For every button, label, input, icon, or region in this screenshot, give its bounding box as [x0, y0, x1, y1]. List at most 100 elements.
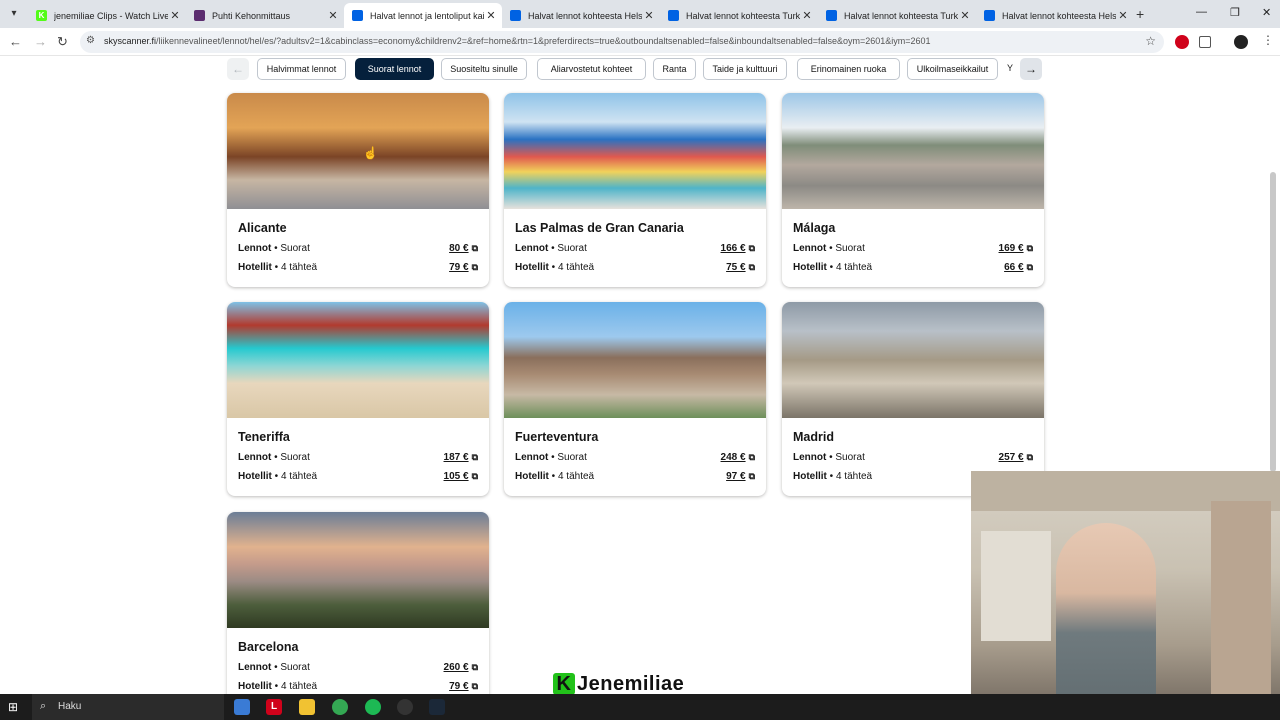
destination-image[interactable] — [227, 302, 489, 418]
tab-title: Halvat lennot kohteesta Turku — [844, 10, 958, 21]
tab-close-icon[interactable]: ✕ — [484, 9, 498, 22]
hotel-price-link[interactable]: 79 € ⧉ — [449, 681, 478, 692]
browser-tab[interactable]: Halvat lennot kohteesta Turku ✕ — [660, 3, 818, 28]
destination-card[interactable]: Barcelona Lennot • Suorat 260 € ⧉ Hotellit •… — [227, 512, 489, 706]
forward-icon[interactable]: → — [34, 34, 47, 49]
hotel-price-link[interactable]: 75 € ⧉ — [726, 262, 755, 273]
browser-toolbar: ← → ↻ ⚙ skyscanner.fi/liikennevalineet/l… — [0, 28, 1280, 56]
page-scrollbar[interactable] — [1270, 172, 1276, 472]
tab-close-icon[interactable]: ✕ — [1116, 9, 1130, 22]
steam-icon[interactable] — [429, 699, 445, 715]
destination-name[interactable]: Madrid — [793, 430, 834, 444]
destination-name[interactable]: Málaga — [793, 221, 835, 235]
hotel-price-link[interactable]: 97 € ⧉ — [726, 471, 755, 482]
flight-price-link[interactable]: 166 € ⧉ — [721, 243, 755, 254]
minimize-icon[interactable]: — — [1196, 6, 1207, 18]
hotel-price-link[interactable]: 105 € ⧉ — [444, 471, 478, 482]
flight-row: Lennot • Suorat 169 € ⧉ — [793, 243, 1033, 254]
tab-title: Halvat lennot ja lentoliput kaikk — [370, 10, 484, 21]
destination-name[interactable]: Fuerteventura — [515, 430, 598, 444]
browser-menu-icon[interactable]: ⋮ — [1262, 33, 1276, 47]
hotel-row: Hotellit • 4 tähteä 66 € ⧉ — [793, 262, 1033, 273]
destination-card[interactable]: Málaga Lennot • Suorat 169 € ⧉ Hotellit • 4 … — [782, 93, 1044, 287]
destination-image[interactable] — [504, 93, 766, 209]
browser-tab[interactable]: Kjenemiliae Clips - Watch Live on✕ — [28, 3, 186, 28]
destination-card[interactable]: Las Palmas de Gran Canaria Lennot • Suora… — [504, 93, 766, 287]
chrome-icon[interactable] — [332, 699, 348, 715]
hotel-row: Hotellit • 4 tähteä 79 € ⧉ — [238, 681, 478, 692]
category-pill[interactable]: Suositeltu sinulle — [441, 58, 527, 80]
browser-tab[interactable]: Halvat lennot kohteesta Helsinki✕ — [976, 3, 1134, 28]
flight-price-link[interactable]: 187 € ⧉ — [444, 452, 478, 463]
browser-tab[interactable]: Halvat lennot ja lentoliput kaikk ✕ — [344, 3, 502, 28]
destination-card[interactable]: Madrid Lennot • Suorat 257 € ⧉ Hotellit • 4 … — [782, 302, 1044, 496]
category-pill[interactable]: Ranta — [653, 58, 696, 80]
category-pill[interactable]: Aliarvostetut kohteet — [537, 58, 646, 80]
flight-price-link[interactable]: 169 € ⧉ — [999, 243, 1033, 254]
site-info-icon[interactable]: ⚙ — [86, 35, 95, 46]
address-bar[interactable]: ⚙ skyscanner.fi/liikennevalineet/lennot/… — [80, 31, 1164, 53]
category-pill[interactable]: Taide ja kulttuuri — [703, 58, 787, 80]
cam-wall — [1211, 501, 1271, 701]
browser-tab[interactable]: Halvat lennot kohteesta Turku ✕ — [818, 3, 976, 28]
category-pill[interactable]: Ulkoilmaseikkailut — [907, 58, 998, 80]
category-pill[interactable]: Y — [1005, 58, 1015, 80]
tab-close-icon[interactable]: ✕ — [168, 9, 182, 22]
extensions-icon[interactable] — [1199, 36, 1211, 48]
tab-favicon-icon — [194, 10, 205, 21]
hotel-price-link[interactable]: 79 € ⧉ — [449, 262, 478, 273]
category-pill[interactable]: Halvimmat lennot — [257, 58, 346, 80]
category-pill[interactable]: Suorat lennot — [355, 58, 434, 80]
flight-price-link[interactable]: 260 € ⧉ — [444, 662, 478, 673]
browser-tab[interactable]: Puhti Kehonmittaus ✕ — [186, 3, 344, 28]
destination-card[interactable]: Teneriffa Lennot • Suorat 187 € ⧉ Hotellit •… — [227, 302, 489, 496]
tab-close-icon[interactable]: ✕ — [958, 9, 972, 22]
app-l-icon[interactable]: L — [266, 699, 282, 715]
close-window-icon[interactable]: ✕ — [1262, 6, 1271, 19]
new-tab-button[interactable]: + — [1136, 6, 1144, 22]
destination-name[interactable]: Barcelona — [238, 640, 298, 654]
spotify-icon[interactable] — [365, 699, 381, 715]
destination-image[interactable] — [227, 512, 489, 628]
external-link-icon: ⧉ — [471, 662, 478, 672]
scroll-right-arrow-icon[interactable]: → — [1020, 58, 1042, 80]
restore-icon[interactable]: ❐ — [1230, 6, 1240, 19]
windows-start-icon[interactable]: ⊞ — [8, 700, 18, 714]
flight-price-link[interactable]: 248 € ⧉ — [721, 452, 755, 463]
external-link-icon: ⧉ — [1026, 452, 1033, 462]
destination-image[interactable] — [504, 302, 766, 418]
tab-close-icon[interactable]: ✕ — [326, 9, 340, 22]
scroll-left-arrow-icon[interactable]: ← — [227, 58, 249, 80]
browser-tab[interactable]: Halvat lennot kohteesta Helsinki✕ — [502, 3, 660, 28]
destination-card[interactable]: Alicante Lennot • Suorat 80 € ⧉ Hotellit • 4… — [227, 93, 489, 287]
destination-name[interactable]: Teneriffa — [238, 430, 290, 444]
destination-image[interactable] — [782, 302, 1044, 418]
reload-icon[interactable]: ↻ — [57, 34, 68, 50]
taskbar-search[interactable]: ⌕ Haku — [32, 694, 224, 720]
extension-adblock-icon[interactable] — [1175, 35, 1189, 49]
obs-icon[interactable] — [397, 699, 413, 715]
profile-avatar[interactable] — [1234, 35, 1248, 49]
tab-favicon-icon — [352, 10, 363, 21]
hotel-price-link[interactable]: 66 € ⧉ — [1004, 262, 1033, 273]
watermark-text: Jenemiliae — [577, 673, 685, 695]
flight-price-link[interactable]: 257 € ⧉ — [999, 452, 1033, 463]
tab-close-icon[interactable]: ✕ — [800, 9, 814, 22]
back-icon[interactable]: ← — [9, 34, 22, 49]
destination-card[interactable]: Fuerteventura Lennot • Suorat 248 € ⧉ Hotell… — [504, 302, 766, 496]
external-link-icon: ⧉ — [471, 452, 478, 462]
taskview-app-icon[interactable] — [234, 699, 250, 715]
file-explorer-icon[interactable] — [299, 699, 315, 715]
destination-image[interactable] — [227, 93, 489, 209]
tab-title: Halvat lennot kohteesta Turku — [686, 10, 800, 21]
destination-name[interactable]: Alicante — [238, 221, 287, 235]
flight-row: Lennot • Suorat 80 € ⧉ — [238, 243, 478, 254]
destination-name[interactable]: Las Palmas de Gran Canaria — [515, 221, 684, 235]
destination-image[interactable] — [782, 93, 1044, 209]
tab-search-menu-icon[interactable]: ▾ — [6, 6, 22, 22]
tab-close-icon[interactable]: ✕ — [642, 9, 656, 22]
category-pill[interactable]: Erinomainen ruoka — [797, 58, 900, 80]
flight-price-link[interactable]: 80 € ⧉ — [449, 243, 478, 254]
bookmark-star-icon[interactable]: ☆ — [1145, 34, 1156, 48]
hotel-row: Hotellit • 4 tähteä 75 € ⧉ — [515, 262, 755, 273]
